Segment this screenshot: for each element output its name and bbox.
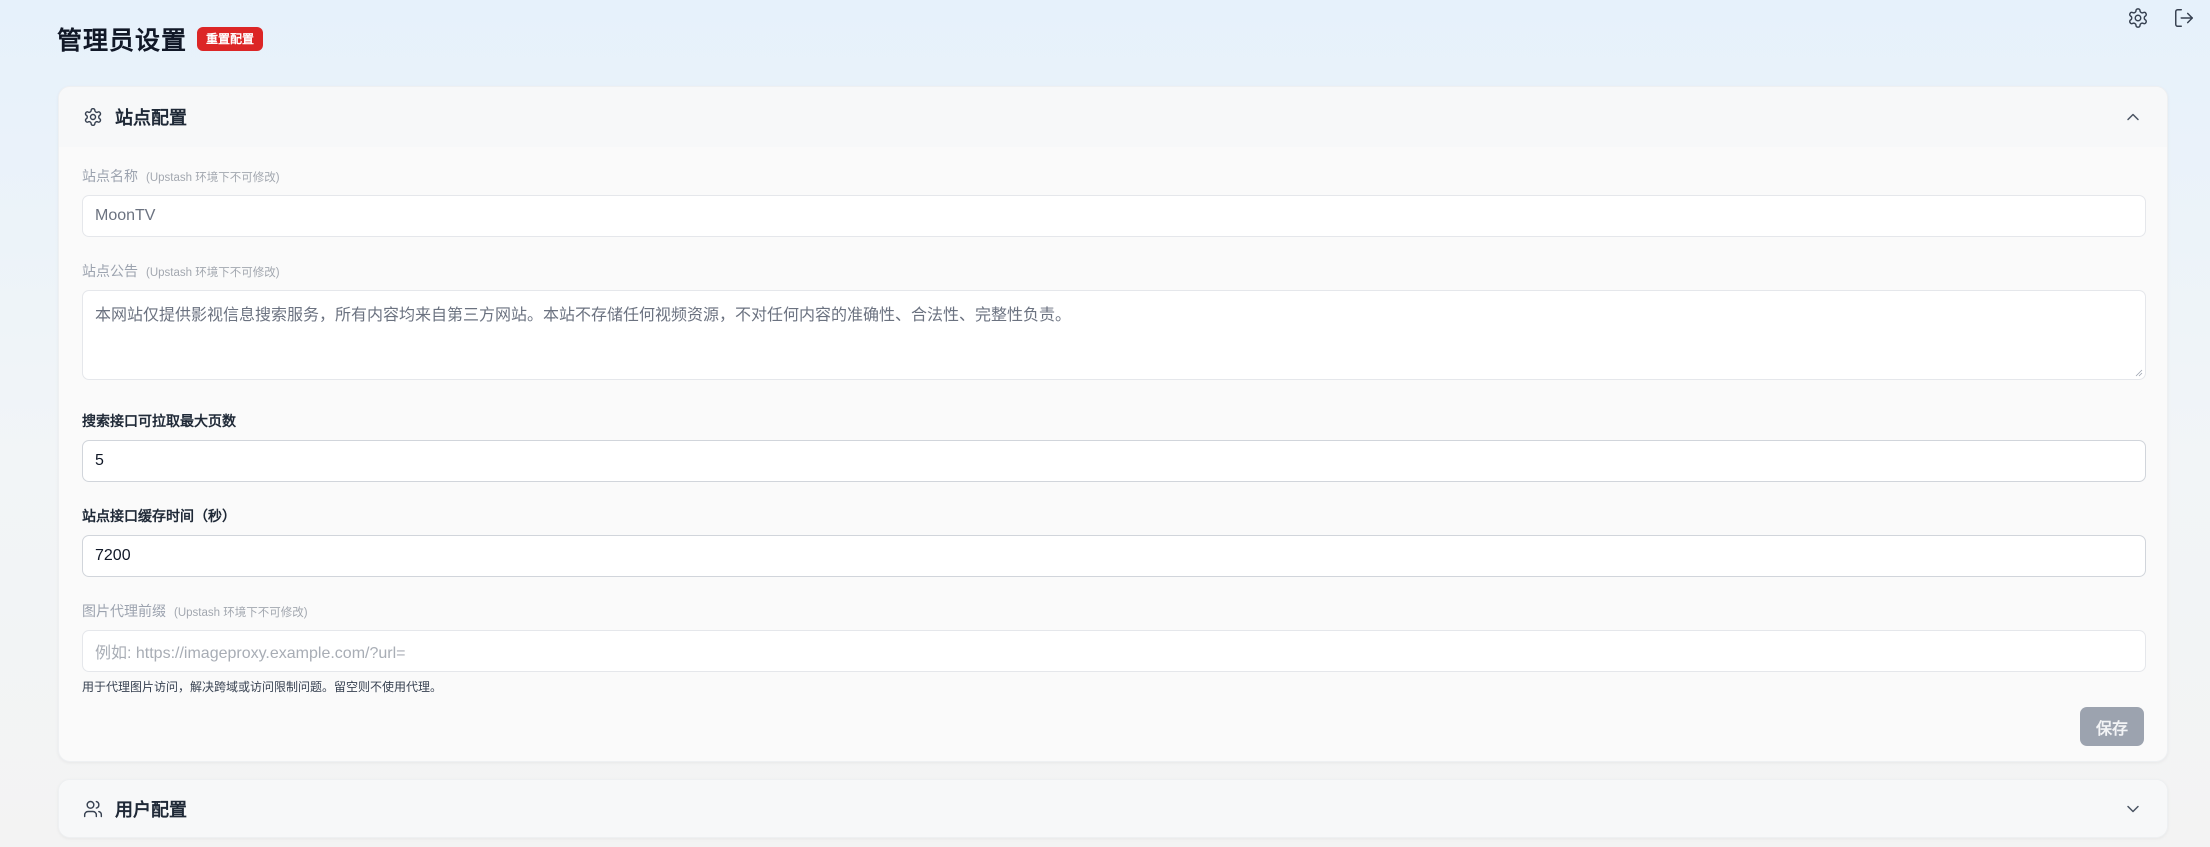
site-config-title: 站点配置 bbox=[115, 108, 187, 128]
chevron-up-icon[interactable] bbox=[2123, 107, 2143, 127]
site-name-note: (Upstash 环境下不可修改) bbox=[146, 172, 280, 184]
site-name-label: 站点名称 (Upstash 环境下不可修改) bbox=[82, 168, 280, 184]
announcement-note: (Upstash 环境下不可修改) bbox=[146, 267, 280, 279]
cache-time-label: 站点接口缓存时间（秒） bbox=[82, 508, 236, 524]
page-title: 管理员设置 bbox=[57, 27, 188, 55]
user-config-header[interactable]: 用户配置 bbox=[59, 780, 2167, 837]
image-proxy-note: (Upstash 环境下不可修改) bbox=[174, 607, 308, 619]
save-button[interactable]: 保存 bbox=[2080, 707, 2144, 746]
max-pages-label: 搜索接口可拉取最大页数 bbox=[82, 413, 236, 429]
user-config-title: 用户配置 bbox=[115, 799, 187, 820]
image-proxy-label: 图片代理前缀 (Upstash 环境下不可修改) bbox=[82, 603, 308, 619]
gear-icon bbox=[83, 107, 103, 127]
logout-icon[interactable] bbox=[2172, 6, 2196, 30]
site-name-input[interactable]: MoonTV bbox=[82, 195, 2146, 237]
announcement-textarea[interactable]: 本网站仅提供影视信息搜索服务，所有内容均来自第三方网站。本站不存储任何视频资源，… bbox=[82, 290, 2146, 380]
site-config-header[interactable]: 站点配置 bbox=[59, 87, 2167, 147]
users-icon bbox=[83, 799, 103, 819]
top-toolbar bbox=[2126, 6, 2196, 30]
announcement-text: 本网站仅提供影视信息搜索服务，所有内容均来自第三方网站。本站不存储任何视频资源，… bbox=[95, 307, 1072, 324]
announcement-label: 站点公告 (Upstash 环境下不可修改) bbox=[82, 263, 280, 279]
site-config-card: 站点配置 站点名称 (Upstash 环境下不可修改) MoonTV 站点公告 … bbox=[58, 86, 2168, 762]
resize-grip-icon[interactable] bbox=[2135, 369, 2143, 377]
image-proxy-input[interactable]: 例如: https://imageproxy.example.com/?url= bbox=[82, 630, 2146, 672]
user-config-card: 用户配置 bbox=[58, 779, 2168, 838]
reset-config-button[interactable]: 重置配置 bbox=[197, 27, 264, 51]
cache-time-input[interactable]: 7200 bbox=[82, 535, 2146, 577]
site-config-body: 站点名称 (Upstash 环境下不可修改) MoonTV 站点公告 (Upst… bbox=[59, 147, 2167, 695]
chevron-down-icon[interactable] bbox=[2123, 799, 2143, 819]
max-pages-input[interactable]: 5 bbox=[82, 440, 2146, 482]
image-proxy-help: 用于代理图片访问，解决跨域或访问限制问题。留空则不使用代理。 bbox=[82, 680, 443, 694]
page-header: 管理员设置 重置配置 bbox=[57, 21, 264, 57]
gear-icon[interactable] bbox=[2126, 6, 2150, 30]
